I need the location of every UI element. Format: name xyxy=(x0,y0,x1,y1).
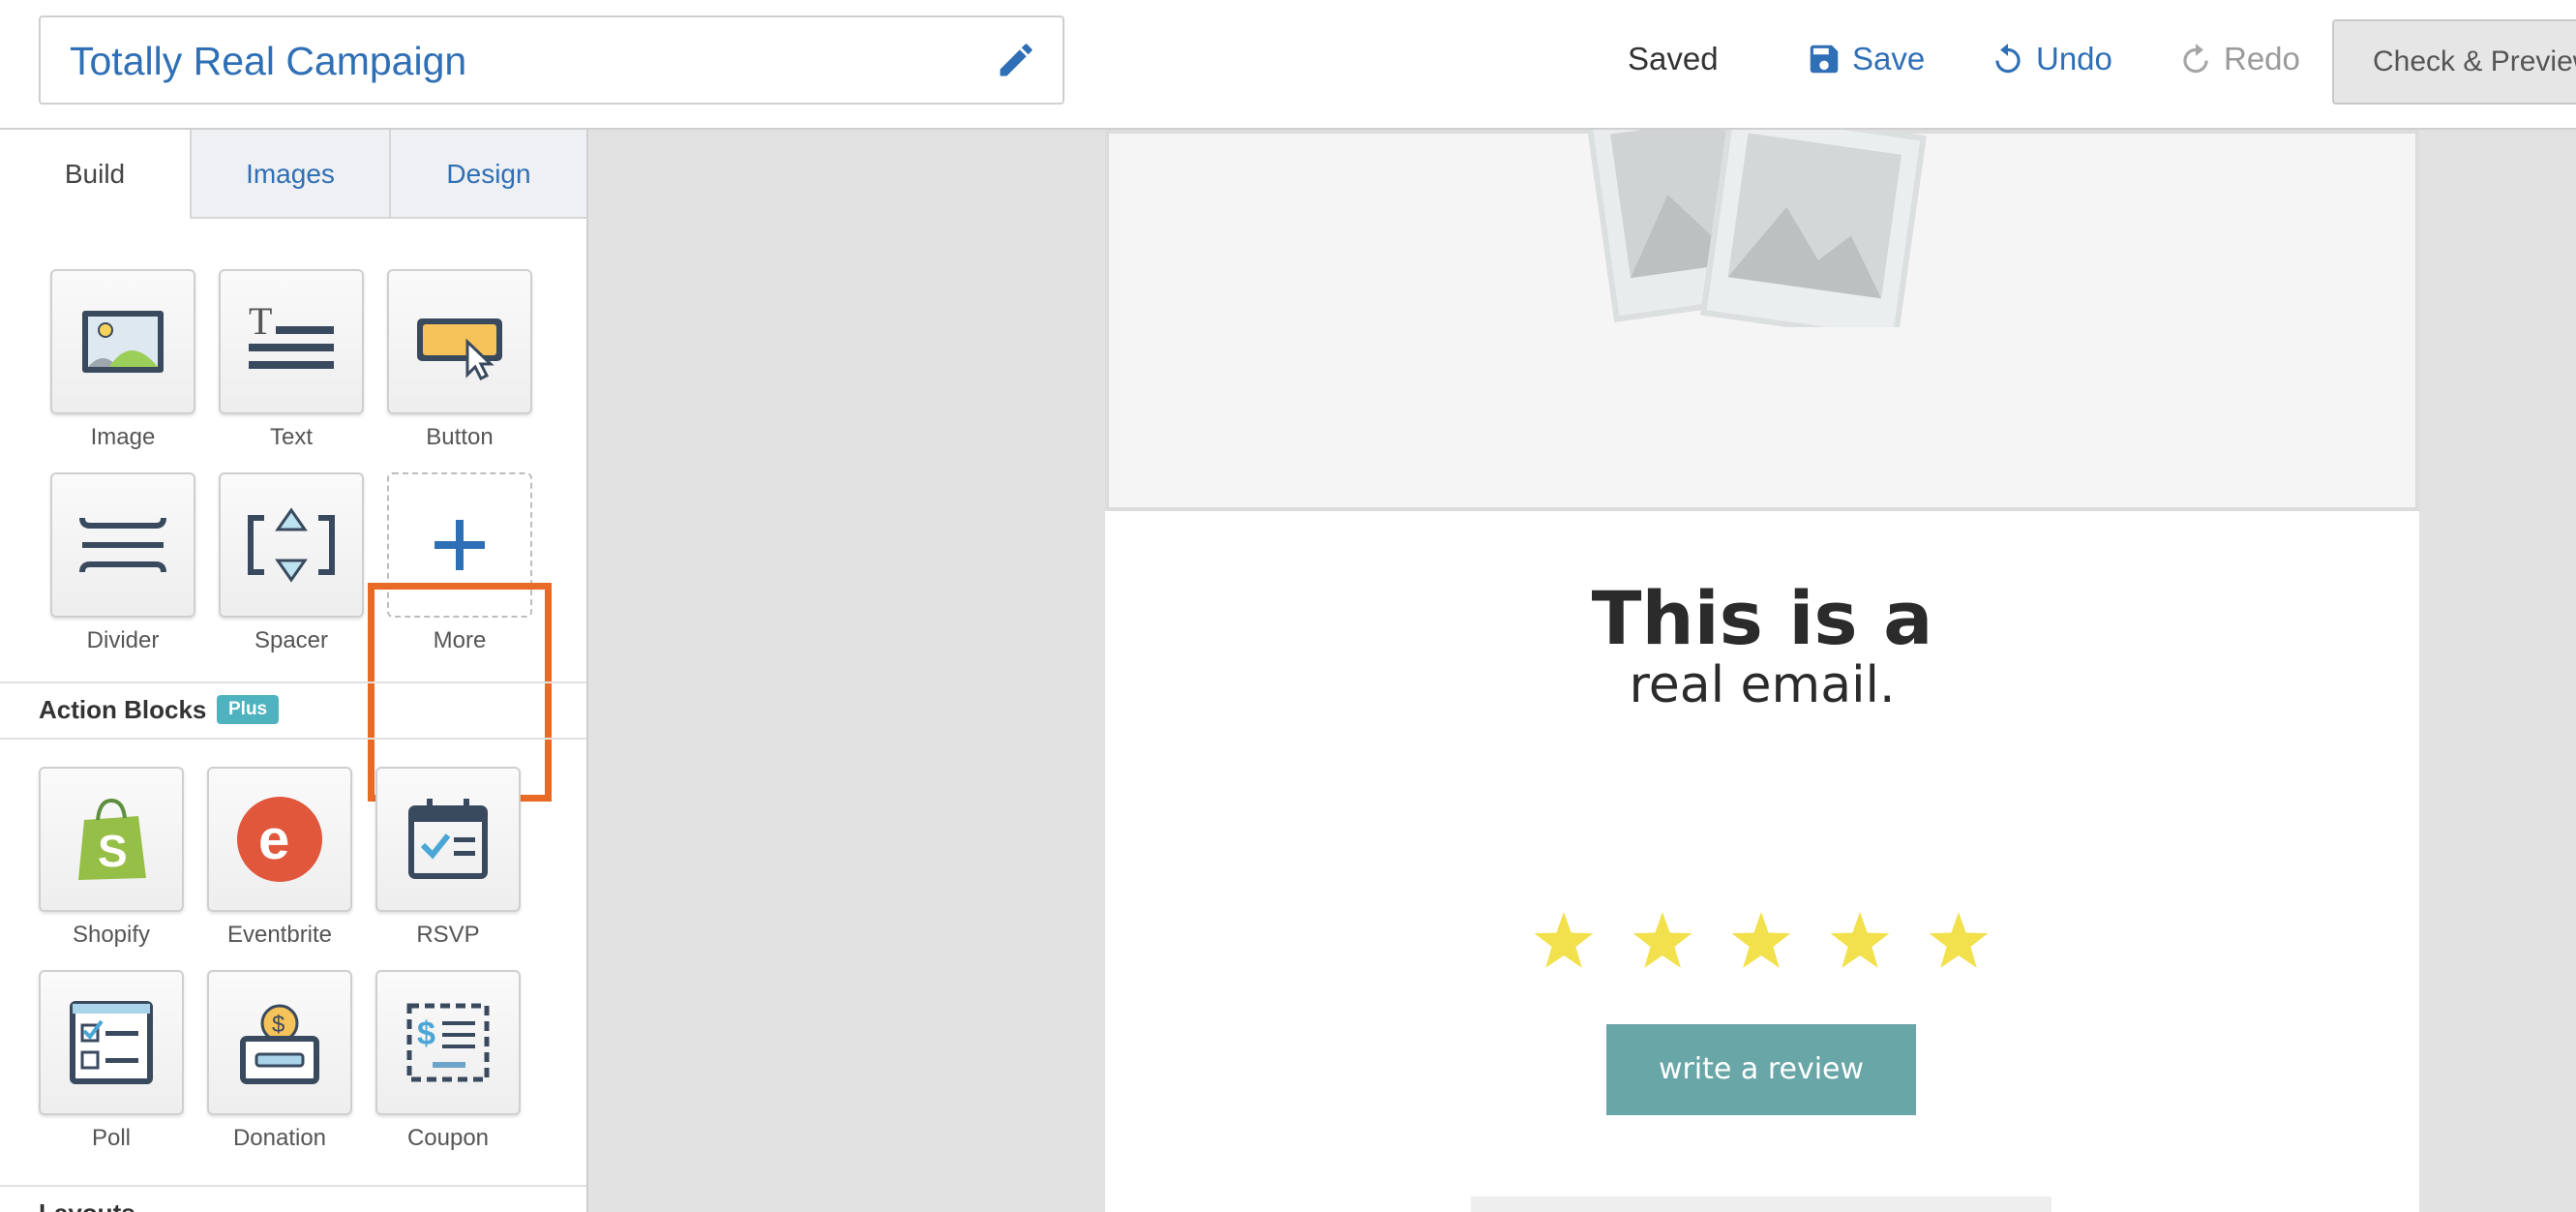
content-block-placeholder[interactable] xyxy=(1471,1197,2052,1212)
tab-build[interactable]: Build xyxy=(0,130,190,219)
tab-design[interactable]: Design xyxy=(389,130,586,219)
layouts-title: Layouts xyxy=(39,1198,135,1212)
undo-button[interactable]: Undo xyxy=(1990,41,2112,77)
sidebar-tabs: Build Images Design xyxy=(0,130,586,219)
campaign-title-field[interactable]: Totally Real Campaign xyxy=(39,15,1064,105)
pencil-icon[interactable] xyxy=(995,39,1037,81)
top-toolbar: Totally Real Campaign Saved Save Undo Re… xyxy=(0,0,2576,130)
block-coupon-label: Coupon xyxy=(406,1125,490,1151)
campaign-title[interactable]: Totally Real Campaign xyxy=(70,39,466,84)
floppy-disk-icon xyxy=(1810,45,1839,74)
redo-label: Redo xyxy=(2224,41,2300,76)
block-donation[interactable]: $ Donation xyxy=(207,970,352,1152)
text-icon: T xyxy=(249,299,334,369)
button-icon xyxy=(417,318,502,381)
redo-button[interactable]: Redo xyxy=(2177,41,2300,77)
svg-text:$: $ xyxy=(272,1012,285,1038)
block-poll-label: Poll xyxy=(91,1125,132,1151)
donation-icon: $ xyxy=(240,1004,319,1084)
block-coupon[interactable]: $ Coupon xyxy=(375,970,521,1152)
image-icon xyxy=(82,311,164,373)
block-divider[interactable]: Divider xyxy=(50,472,195,654)
eventbrite-icon: e xyxy=(237,797,322,882)
email-preview: This is a real email. write a review xyxy=(1105,130,2419,1212)
image-placeholder[interactable] xyxy=(1105,130,2419,511)
block-poll[interactable]: Poll xyxy=(39,970,184,1152)
svg-text:T: T xyxy=(249,299,272,343)
block-more[interactable]: More xyxy=(387,472,532,654)
star-rating[interactable] xyxy=(1531,904,2015,982)
block-button[interactable]: Button xyxy=(387,269,532,451)
editor-canvas: This is a real email. write a review xyxy=(588,130,2576,1212)
block-image[interactable]: Image xyxy=(50,269,195,451)
svg-text:e: e xyxy=(258,808,289,871)
block-eventbrite-label: Eventbrite xyxy=(226,922,333,948)
plus-icon xyxy=(434,520,485,570)
write-review-button[interactable]: write a review xyxy=(1606,1024,1916,1115)
block-shopify[interactable]: S Shopify xyxy=(39,767,184,949)
photos-placeholder-icon xyxy=(1585,130,1927,327)
block-rsvp-label: RSVP xyxy=(416,922,480,948)
block-text-label: Text xyxy=(269,424,313,450)
plus-badge: Plus xyxy=(217,695,280,724)
calendar-icon xyxy=(408,799,488,879)
block-rsvp[interactable]: RSVP xyxy=(375,767,521,949)
svg-text:S: S xyxy=(98,826,128,876)
block-eventbrite[interactable]: e Eventbrite xyxy=(207,767,352,949)
undo-icon xyxy=(1995,44,2021,74)
check-preview-button[interactable]: Check & Preview xyxy=(2332,19,2576,105)
star-icon[interactable] xyxy=(1534,912,1594,968)
action-blocks-title: Action Blocks xyxy=(39,695,207,724)
block-image-label: Image xyxy=(90,424,156,450)
poll-icon xyxy=(70,1001,153,1084)
block-text[interactable]: T Text xyxy=(219,269,364,451)
email-headline[interactable]: This is a xyxy=(1105,575,2419,661)
svg-text:$: $ xyxy=(417,1015,435,1052)
coupon-icon: $ xyxy=(406,1003,490,1082)
star-icon[interactable] xyxy=(1632,912,1692,968)
block-divider-label: Divider xyxy=(86,627,160,653)
block-spacer-label: Spacer xyxy=(254,627,329,653)
redo-icon xyxy=(2183,44,2208,74)
tab-images[interactable]: Images xyxy=(190,130,389,219)
undo-label: Undo xyxy=(2036,41,2112,76)
save-button[interactable]: Save xyxy=(1806,41,1925,77)
action-blocks-header: Action Blocks Plus xyxy=(0,682,586,740)
email-subline[interactable]: real email. xyxy=(1105,656,2419,714)
block-spacer[interactable]: Spacer xyxy=(219,472,364,654)
shopify-icon: S xyxy=(78,798,146,880)
block-shopify-label: Shopify xyxy=(72,922,151,948)
star-icon[interactable] xyxy=(1731,912,1791,968)
spacer-icon xyxy=(248,507,335,583)
sidebar: Build Images Design Image T Text Button … xyxy=(0,130,588,1212)
save-label: Save xyxy=(1852,41,1926,76)
block-button-label: Button xyxy=(426,424,494,450)
block-donation-label: Donation xyxy=(232,1125,327,1151)
block-more-label: More xyxy=(433,627,487,653)
layouts-header: Layouts xyxy=(0,1185,586,1212)
star-icon[interactable] xyxy=(1929,912,1989,968)
divider-icon xyxy=(79,517,166,573)
star-icon[interactable] xyxy=(1830,912,1890,968)
save-status: Saved xyxy=(1628,41,1719,76)
